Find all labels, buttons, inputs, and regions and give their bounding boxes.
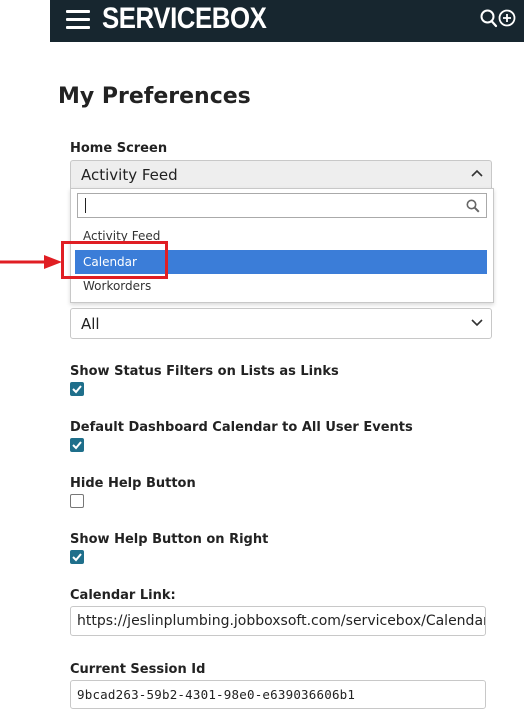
page-title: My Preferences xyxy=(58,84,251,109)
home-screen-label: Home Screen xyxy=(70,141,168,156)
checkmark-icon xyxy=(72,553,82,562)
chevron-down-icon xyxy=(471,319,483,327)
help-right-label: Show Help Button on Right xyxy=(70,532,269,547)
search-icon[interactable] xyxy=(480,9,498,29)
home-screen-select[interactable]: Activity Feed xyxy=(70,160,492,188)
status-filters-checkbox[interactable] xyxy=(70,382,84,396)
dropdown-search-input[interactable] xyxy=(77,193,487,218)
top-navbar: SERVICEBOX xyxy=(50,0,524,42)
hide-help-checkbox[interactable] xyxy=(70,494,84,508)
checkmark-icon xyxy=(72,441,82,450)
home-screen-selected-value: Activity Feed xyxy=(81,166,178,184)
calendar-link-label: Calendar Link: xyxy=(70,588,176,603)
hamburger-menu-icon[interactable] xyxy=(66,10,90,30)
session-id-label: Current Session Id xyxy=(70,662,206,677)
dashboard-calendar-checkbox[interactable] xyxy=(70,438,84,452)
checkmark-icon xyxy=(72,385,82,394)
calendar-link-field[interactable]: https://jeslinplumbing.jobboxsoft.com/se… xyxy=(70,606,486,636)
filter-select[interactable]: All xyxy=(70,308,492,339)
hide-help-label: Hide Help Button xyxy=(70,476,196,491)
text-cursor xyxy=(85,198,86,213)
add-circle-icon[interactable] xyxy=(498,9,516,29)
filter-select-value: All xyxy=(81,315,100,333)
session-id-field[interactable]: 9bcad263-59b2-4301-98e0-e639036606b1 xyxy=(70,680,486,709)
help-right-checkbox[interactable] xyxy=(70,550,84,564)
app-logo: SERVICEBOX xyxy=(102,2,267,35)
dashboard-calendar-label: Default Dashboard Calendar to All User E… xyxy=(70,420,413,435)
annotation-highlight-box xyxy=(61,241,168,279)
chevron-up-icon xyxy=(471,169,483,177)
search-icon xyxy=(466,199,480,213)
status-filters-label: Show Status Filters on Lists as Links xyxy=(70,364,339,379)
red-arrow-icon xyxy=(0,255,62,269)
